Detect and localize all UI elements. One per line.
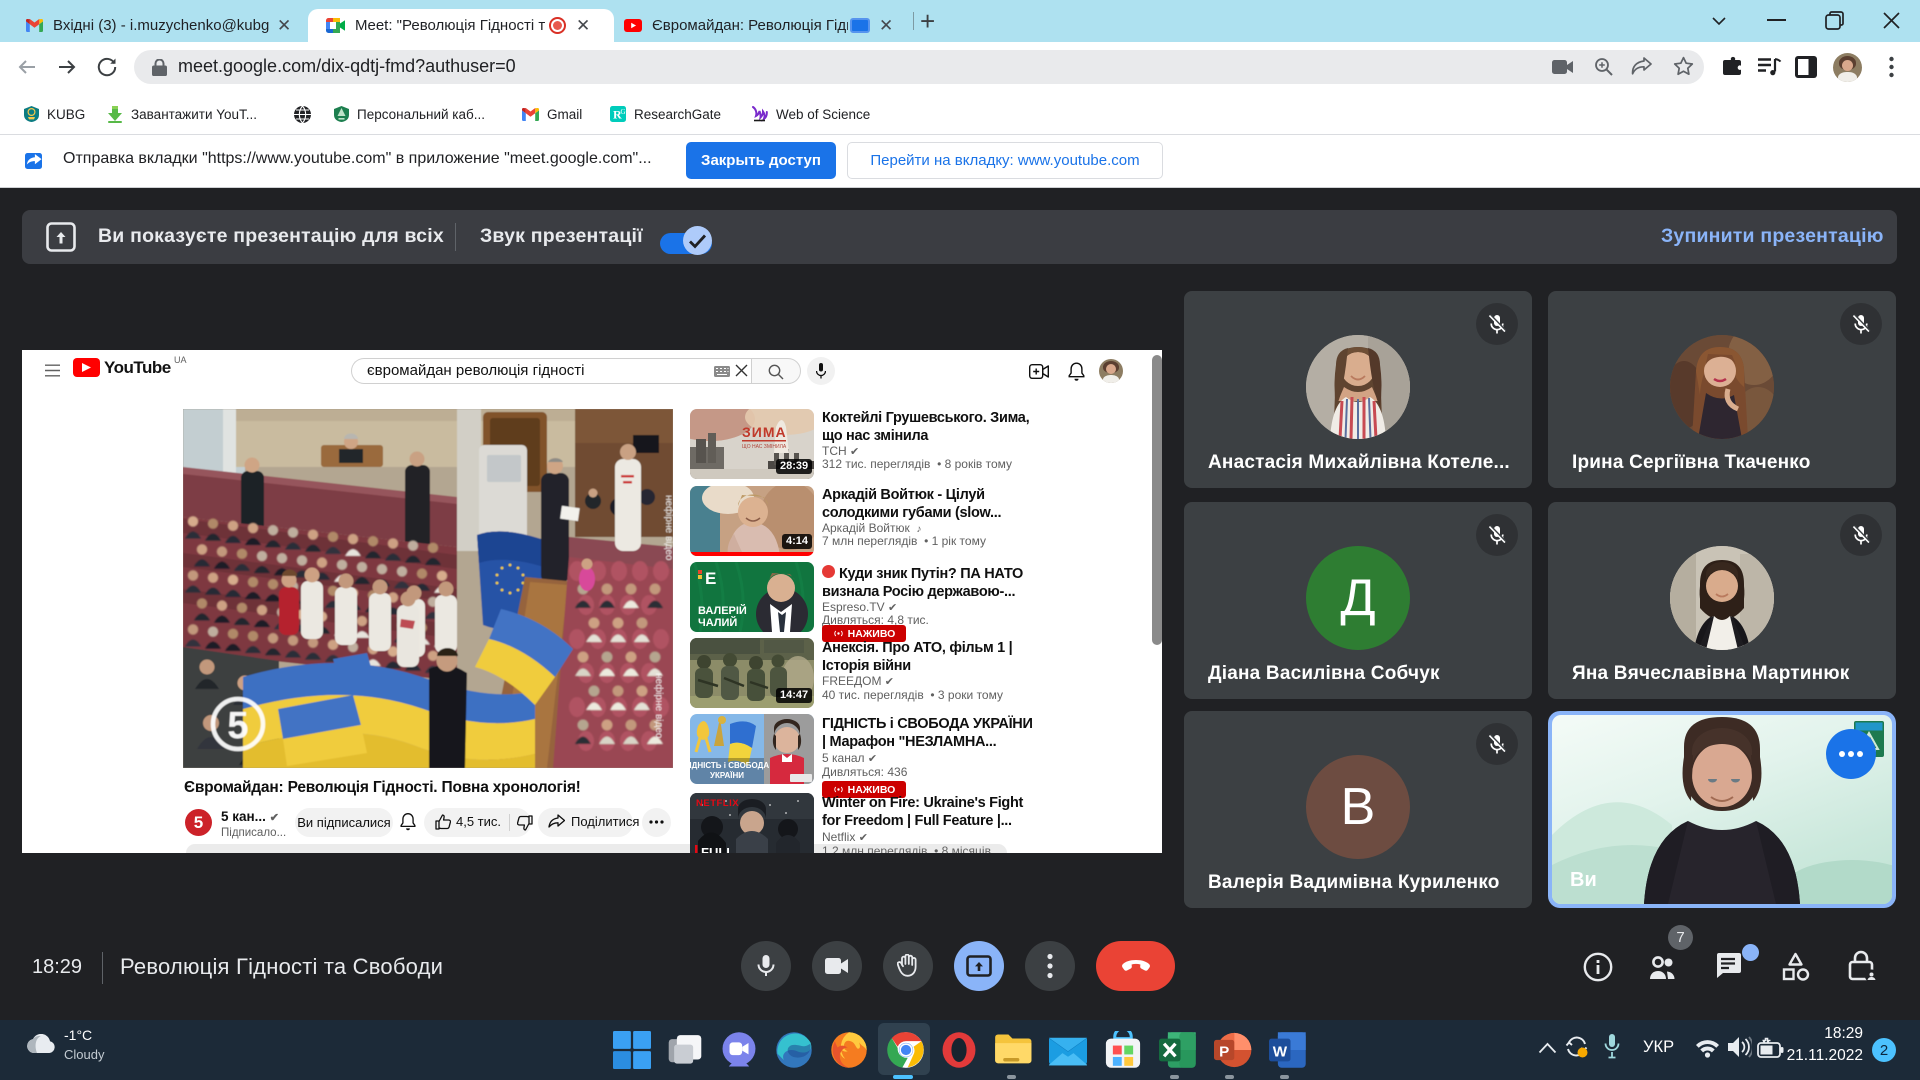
svg-text:5: 5: [227, 705, 248, 747]
svg-text:нефірне відео: нефірне відео: [663, 495, 673, 561]
svg-text:УКРАЇНИ: УКРАЇНИ: [710, 771, 744, 780]
svg-text:нефірне відео: нефірне відео: [653, 673, 665, 739]
svg-text:NETFLIX: NETFLIX: [696, 798, 739, 809]
svg-text:ВАЛЕРІЙ: ВАЛЕРІЙ: [698, 604, 747, 617]
svg-text:P: P: [1219, 1043, 1229, 1060]
svg-text:Е: Е: [705, 569, 716, 588]
svg-text:ГІДНІСТЬ і СВОБОДА: ГІДНІСТЬ і СВОБОДА: [690, 761, 769, 770]
svg-text:G: G: [621, 108, 626, 116]
svg-text:ЩО НАС ЗМІНИЛА: ЩО НАС ЗМІНИЛА: [742, 444, 787, 450]
svg-text:ЧАЛИЙ: ЧАЛИЙ: [698, 616, 737, 629]
svg-text:ЗИМА: ЗИМА: [742, 424, 787, 440]
svg-text:FULL: FULL: [701, 845, 734, 853]
svg-text:W: W: [1273, 1043, 1288, 1060]
